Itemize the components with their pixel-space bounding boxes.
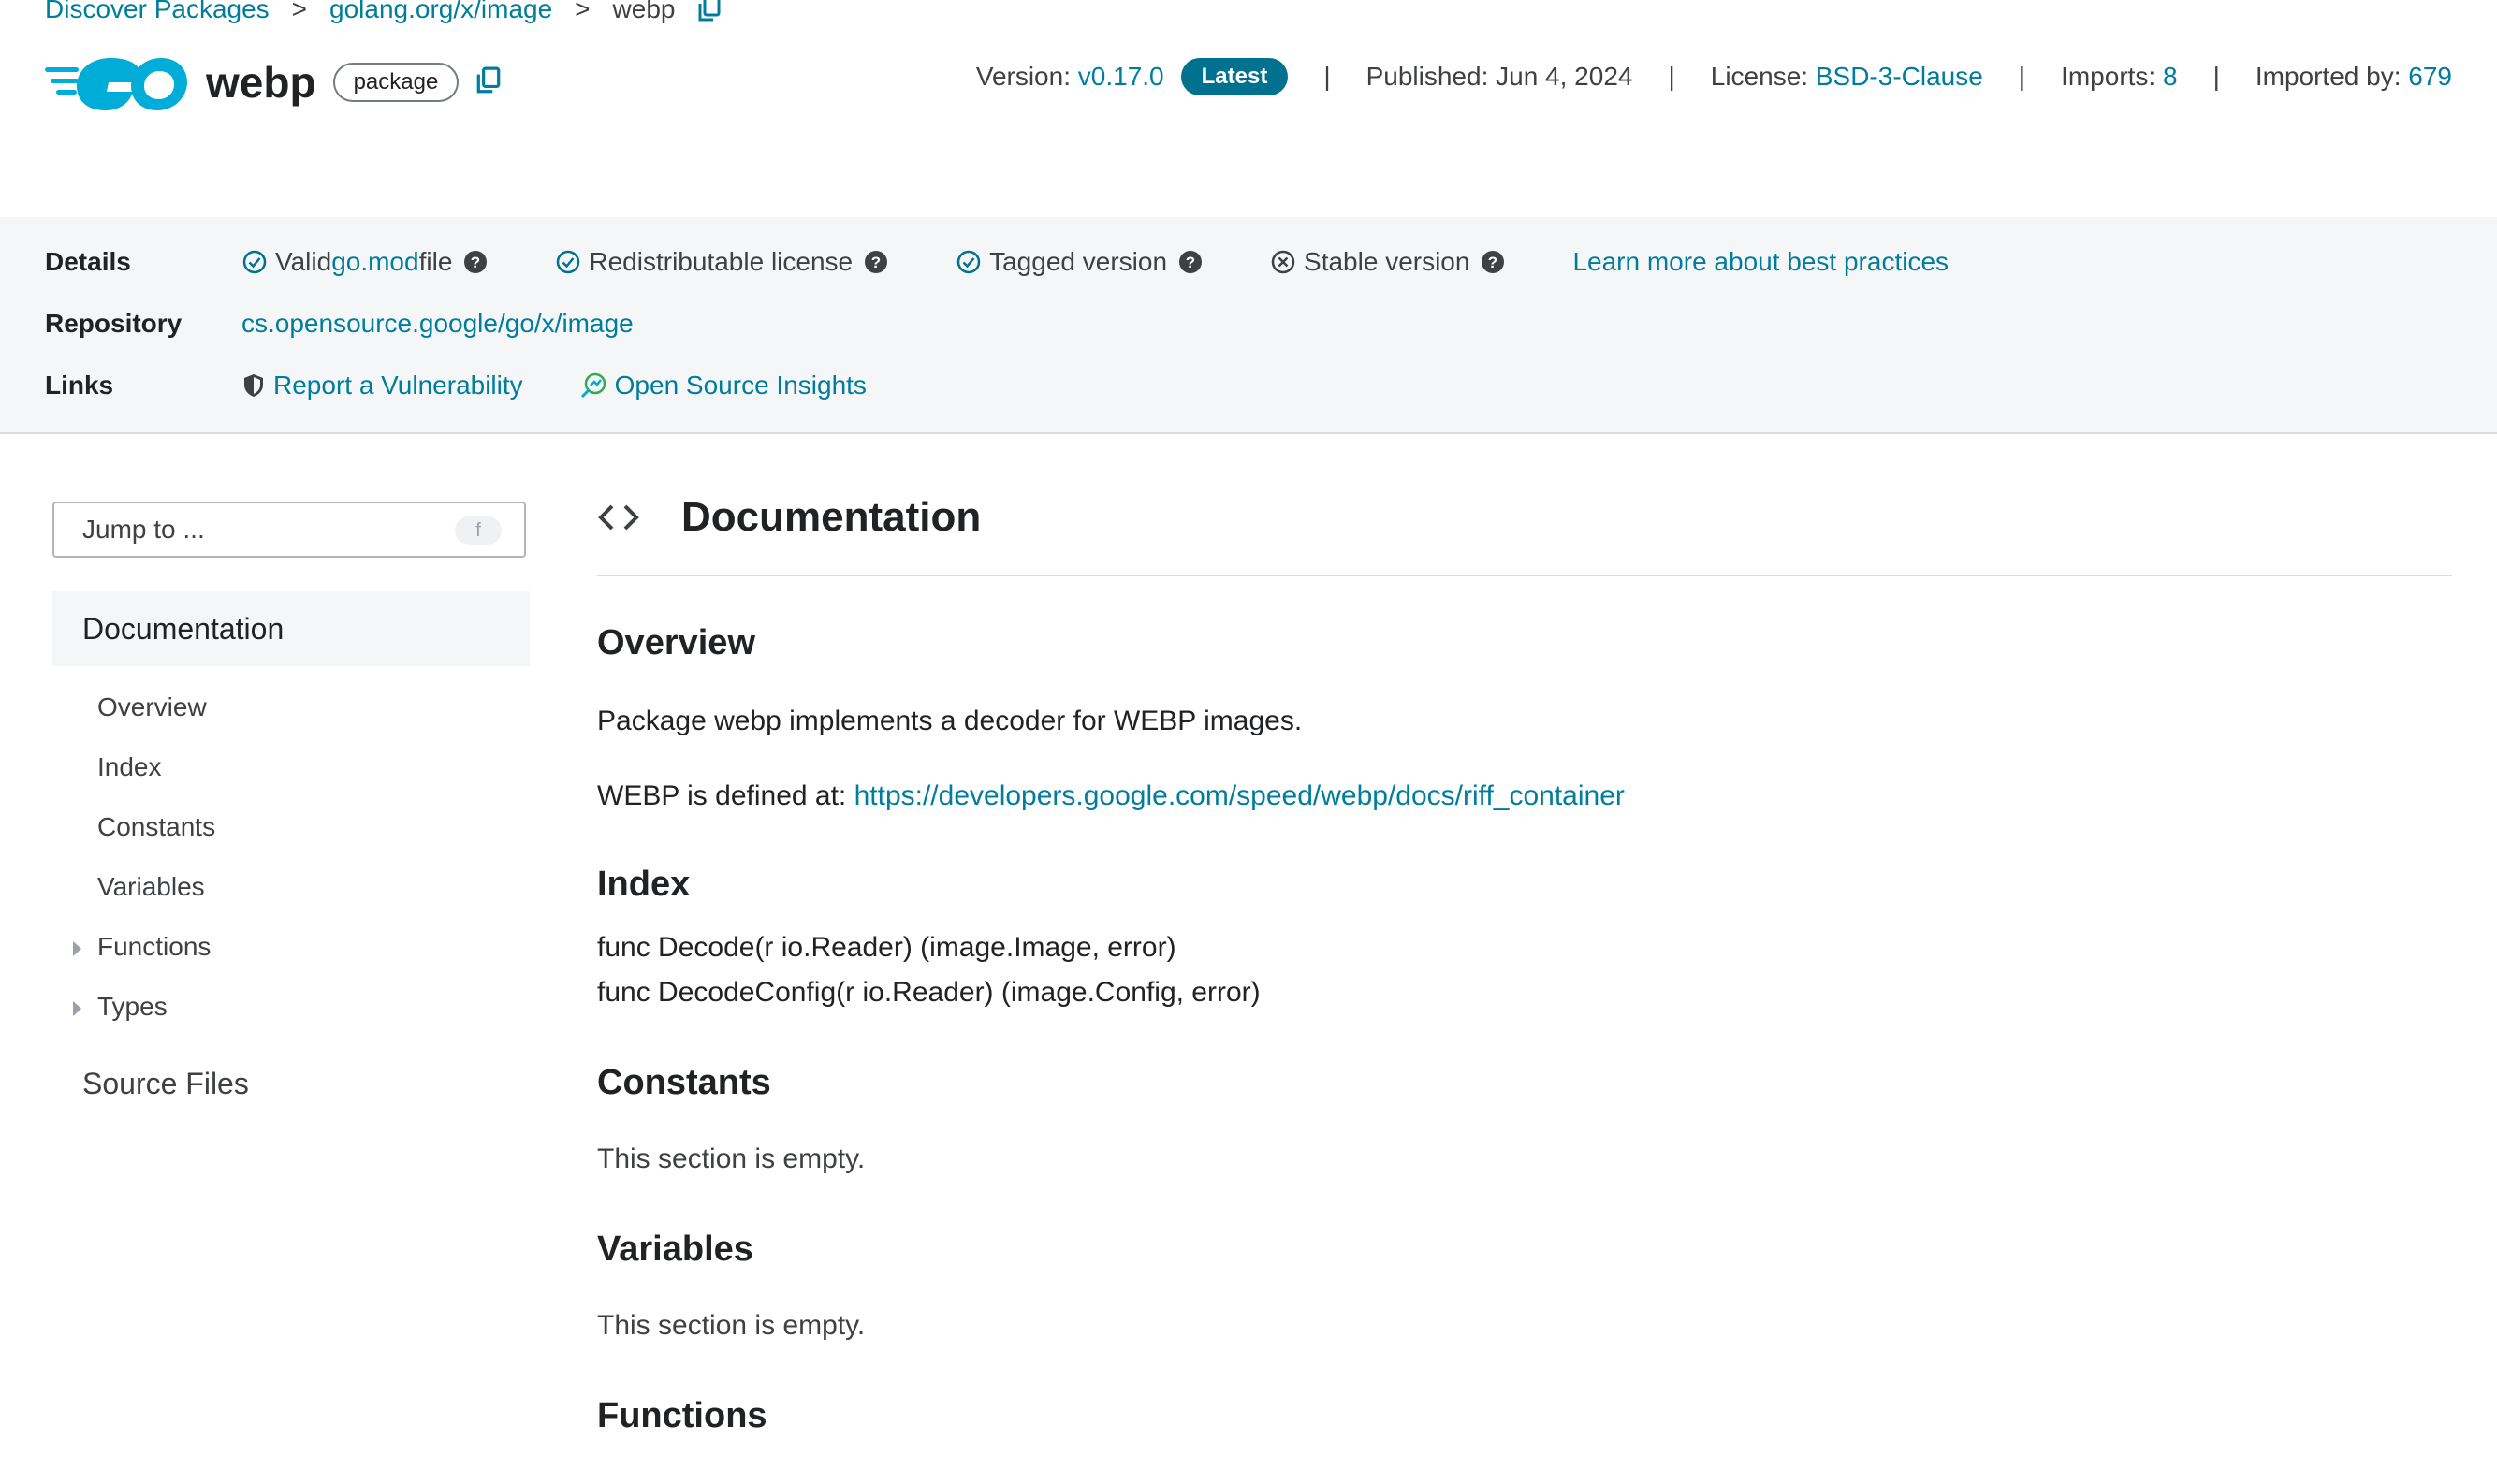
- sidebar-item-variables[interactable]: Variables: [97, 872, 205, 902]
- package-metadata: Version: v0.17.0 Latest | Published: Jun…: [976, 58, 2452, 95]
- sidebar-item-constants[interactable]: Constants: [97, 812, 215, 842]
- defined-at-prefix: WEBP is defined at:: [597, 780, 854, 811]
- help-icon[interactable]: ?: [463, 250, 488, 274]
- latest-badge: Latest: [1180, 58, 1289, 95]
- variables-empty-text: This section is empty.: [597, 1310, 866, 1341]
- check-text: Redistributable license: [589, 247, 854, 276]
- go-logo[interactable]: [45, 51, 187, 114]
- meta-divider: |: [2212, 62, 2220, 91]
- sidebar-item-index[interactable]: Index: [97, 752, 162, 782]
- imported-by-label: Imported by:: [2255, 62, 2402, 91]
- check-stable-version: Stable version ?: [1270, 247, 1512, 277]
- defined-at-line: WEBP is defined at: https://developers.g…: [597, 780, 1625, 812]
- check-text: Stable version: [1304, 247, 1470, 276]
- variables-heading: Variables: [597, 1229, 753, 1269]
- spec-link[interactable]: https://developers.google.com/speed/webp…: [854, 780, 1625, 811]
- meta-divider: |: [1323, 62, 1331, 91]
- insights-icon: [580, 372, 606, 399]
- best-practices-link[interactable]: Learn more about best practices: [1572, 247, 1949, 277]
- constants-heading: Constants: [597, 1063, 771, 1102]
- check-text: Tagged version: [989, 247, 1168, 276]
- breadcrumb-discover-packages[interactable]: Discover Packages: [45, 0, 270, 26]
- svg-text:?: ?: [1186, 254, 1195, 271]
- license-link[interactable]: BSD-3-Clause: [1816, 62, 1983, 92]
- details-row: Details Valid go.mod file ? Redistributa…: [45, 247, 1949, 277]
- breadcrumb-separator: >: [291, 0, 308, 23]
- sidebar-item-overview[interactable]: Overview: [97, 692, 207, 722]
- jump-to-input[interactable]: Jump to ... f: [52, 502, 526, 558]
- expand-arrow-icon[interactable]: [73, 941, 81, 956]
- check-redistributable-license: Redistributable license ?: [555, 247, 896, 277]
- help-icon[interactable]: ?: [1481, 250, 1505, 274]
- check-circle-icon: [557, 250, 580, 274]
- check-circle-icon: [242, 250, 267, 274]
- check-tagged-version: Tagged version ?: [956, 247, 1210, 277]
- sidebar-item-label: Types: [97, 992, 168, 1021]
- published-date: Published: Jun 4, 2024: [1365, 62, 1633, 91]
- check-text: file: [418, 247, 453, 276]
- divider: [597, 575, 2452, 576]
- code-brackets-icon: [598, 504, 639, 531]
- check-text: Valid: [275, 247, 332, 276]
- sidebar-item-functions[interactable]: Functions: [73, 932, 212, 962]
- report-vulnerability[interactable]: Report a Vulnerability: [241, 371, 523, 400]
- check-valid-gomod: Valid go.mod file ?: [241, 247, 495, 277]
- help-icon[interactable]: ?: [864, 250, 888, 274]
- details-label: Details: [45, 247, 131, 276]
- version-link[interactable]: v0.17.0: [1078, 62, 1164, 92]
- page-title: Documentation: [681, 494, 982, 540]
- breadcrumb-separator: >: [575, 0, 591, 23]
- help-icon[interactable]: ?: [1178, 250, 1203, 274]
- breadcrumb-module[interactable]: golang.org/x/image: [329, 0, 552, 26]
- meta-divider: |: [2018, 62, 2026, 91]
- overview-text: Package webp implements a decoder for WE…: [597, 706, 1303, 736]
- jump-placeholder: Jump to ...: [82, 515, 205, 544]
- documentation-header: Documentation: [597, 494, 981, 541]
- svg-text:?: ?: [871, 254, 881, 271]
- overview-heading: Overview: [597, 623, 755, 662]
- meta-divider: |: [1668, 62, 1675, 91]
- repository-label: Repository: [45, 309, 183, 338]
- sidebar-item-source-files[interactable]: Source Files: [82, 1067, 249, 1101]
- keyboard-shortcut-badge: f: [455, 516, 502, 545]
- package-title: webp: [206, 58, 316, 107]
- svg-text:?: ?: [471, 254, 480, 271]
- svg-text:?: ?: [1488, 254, 1497, 271]
- report-vulnerability-link[interactable]: Report a Vulnerability: [273, 371, 523, 400]
- breadcrumb: Discover Packages > golang.org/x/image >…: [45, 0, 722, 26]
- package-type-badge: package: [332, 63, 460, 102]
- shield-icon: [244, 374, 263, 397]
- sidebar-item-label: Functions: [97, 932, 212, 961]
- constants-empty-text: This section is empty.: [597, 1143, 866, 1174]
- gomod-link[interactable]: go.mod: [331, 247, 418, 277]
- check-circle-icon: [956, 250, 981, 274]
- x-circle-icon: [1271, 250, 1295, 274]
- license-label: License:: [1710, 62, 1809, 91]
- copy-icon[interactable]: [697, 0, 722, 22]
- open-source-insights[interactable]: Open Source Insights: [579, 371, 867, 400]
- functions-heading: Functions: [597, 1396, 767, 1435]
- open-source-insights-link[interactable]: Open Source Insights: [615, 371, 867, 400]
- sidebar-item-documentation[interactable]: Documentation: [52, 591, 530, 666]
- links-row: Links Report a Vulnerability Open Source…: [45, 371, 927, 400]
- sidebar-item-types[interactable]: Types: [73, 992, 168, 1022]
- repository-row: Repository cs.opensource.google/go/x/ima…: [45, 309, 634, 339]
- links-label: Links: [45, 371, 114, 400]
- imports-link[interactable]: 8: [2163, 62, 2178, 92]
- expand-arrow-icon[interactable]: [73, 1001, 81, 1016]
- version-label: Version:: [975, 62, 1071, 91]
- index-heading: Index: [597, 865, 691, 904]
- imports-label: Imports:: [2061, 62, 2156, 91]
- index-item-decodeconfig[interactable]: func DecodeConfig(r io.Reader) (image.Co…: [597, 977, 1261, 1009]
- repository-link[interactable]: cs.opensource.google/go/x/image: [241, 309, 634, 339]
- imported-by-link[interactable]: 679: [2408, 62, 2452, 92]
- index-item-decode[interactable]: func Decode(r io.Reader) (image.Image, e…: [597, 932, 1176, 964]
- package-header: webp package: [45, 47, 502, 118]
- breadcrumb-current: webp: [612, 0, 676, 23]
- copy-path-icon[interactable]: [475, 66, 502, 99]
